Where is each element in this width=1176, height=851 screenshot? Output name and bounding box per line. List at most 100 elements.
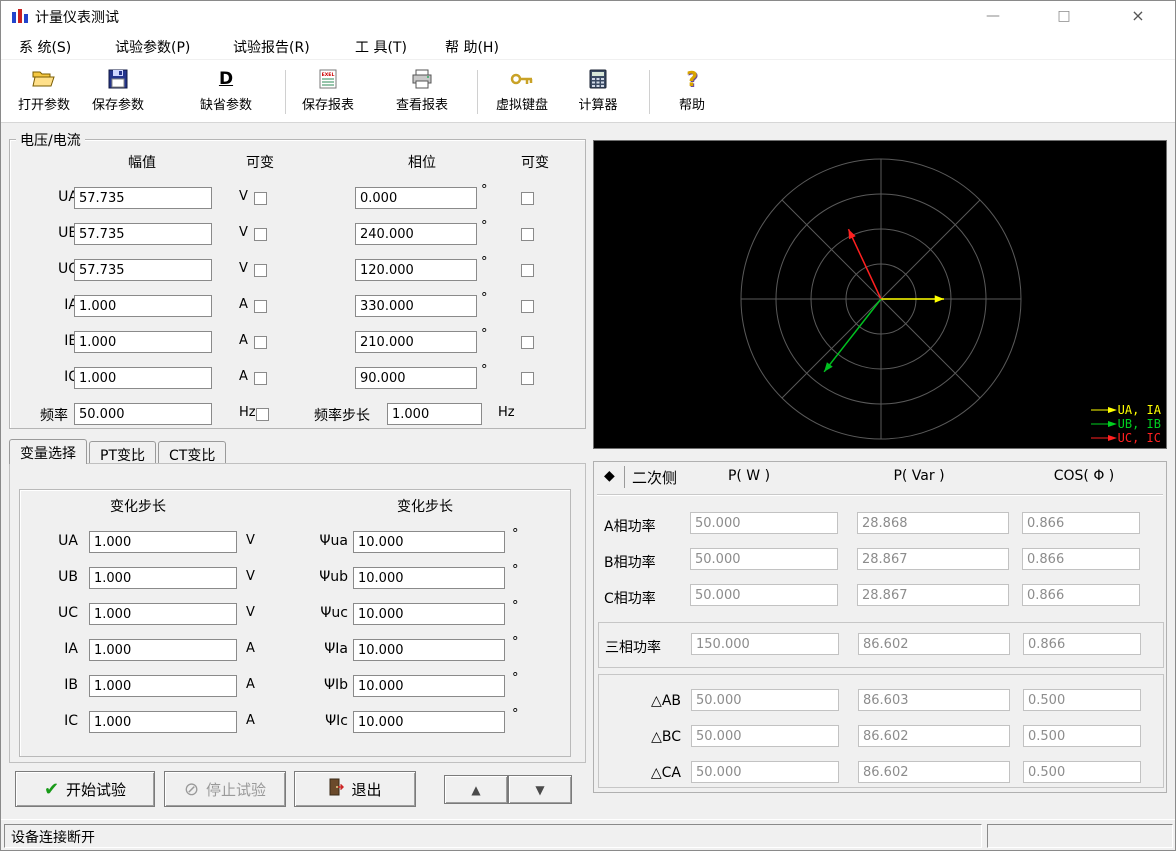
scroll-up-button[interactable]: ▲ bbox=[444, 775, 508, 804]
ua-phase-var-checkbox[interactable] bbox=[521, 192, 534, 205]
frequency-input[interactable] bbox=[74, 403, 212, 425]
close-button[interactable]: × bbox=[1113, 1, 1163, 31]
ia-step-input[interactable] bbox=[89, 639, 237, 661]
frequency-step-input[interactable] bbox=[387, 403, 482, 425]
tab-variable-select[interactable]: 变量选择 bbox=[9, 439, 87, 464]
cos-phi-column-header: COS( Φ ) bbox=[1032, 468, 1136, 484]
ic-phase-var-checkbox[interactable] bbox=[521, 372, 534, 385]
ia-phase-input[interactable] bbox=[355, 295, 477, 317]
result-row-delta-ca: △CA bbox=[599, 761, 1163, 785]
ia-amplitude-input[interactable] bbox=[74, 295, 212, 317]
b-phase-active-power-field bbox=[690, 548, 838, 570]
printer-icon bbox=[411, 66, 433, 92]
degree-label: ° bbox=[512, 635, 519, 650]
menu-test-params[interactable]: 试验参数(P) bbox=[111, 35, 194, 59]
unit-label: A bbox=[246, 641, 255, 656]
ib-phase-var-checkbox[interactable] bbox=[521, 336, 534, 349]
toolbar-label: 打开参数 bbox=[18, 94, 70, 113]
amplitude-column-header: 幅值 bbox=[112, 152, 172, 172]
ub-phase-input[interactable] bbox=[355, 223, 477, 245]
delta-ca-active-power-field bbox=[691, 761, 839, 783]
c-phase-reactive-power-field bbox=[857, 584, 1009, 606]
ic-phase-step-input[interactable] bbox=[353, 711, 505, 733]
exit-button[interactable]: 退出 bbox=[294, 771, 416, 807]
tab-ct-ratio[interactable]: CT变比 bbox=[158, 441, 226, 464]
ub-amplitude-var-checkbox[interactable] bbox=[254, 228, 267, 241]
uc-amplitude-input[interactable] bbox=[74, 259, 212, 281]
ia-phase-var-checkbox[interactable] bbox=[521, 300, 534, 313]
toolbar-calculator-button[interactable]: 计算器 bbox=[563, 66, 633, 120]
result-row-b-phase: B相功率 bbox=[594, 548, 1166, 572]
toolbar-save-params-button[interactable]: 保存参数 bbox=[83, 66, 153, 120]
uc-phase-var-checkbox[interactable] bbox=[521, 264, 534, 277]
row-label: IA bbox=[50, 641, 78, 657]
ic-step-input[interactable] bbox=[89, 711, 237, 733]
variable-column-header: 可变 bbox=[240, 152, 280, 172]
toolbar-view-report-button[interactable]: 查看报表 bbox=[387, 66, 457, 120]
menu-tools[interactable]: 工 具(T) bbox=[351, 35, 411, 59]
ib-amplitude-input[interactable] bbox=[74, 331, 212, 353]
step-row-ia: IA A ΨIa ° bbox=[20, 639, 572, 663]
ub-phase-var-checkbox[interactable] bbox=[521, 228, 534, 241]
unit-label: Hz bbox=[498, 405, 515, 420]
frequency-var-checkbox[interactable] bbox=[256, 408, 269, 421]
ub-phase-step-input[interactable] bbox=[353, 567, 505, 589]
maximize-button[interactable]: □ bbox=[1039, 1, 1089, 31]
tab-pt-ratio[interactable]: PT变比 bbox=[89, 441, 156, 464]
toolbar-help-button[interactable]: ? 帮助 bbox=[657, 66, 727, 120]
phasor-legend-item: UB, IB bbox=[1091, 417, 1161, 431]
ic-amplitude-var-checkbox[interactable] bbox=[254, 372, 267, 385]
step-row-ub: UB V Ψub ° bbox=[20, 567, 572, 591]
window-title: 计量仪表测试 bbox=[35, 7, 119, 27]
ub-step-input[interactable] bbox=[89, 567, 237, 589]
check-icon: ✔ bbox=[44, 779, 59, 800]
uc-amplitude-var-checkbox[interactable] bbox=[254, 264, 267, 277]
ub-amplitude-input[interactable] bbox=[74, 223, 212, 245]
toolbar-label: 虚拟键盘 bbox=[496, 94, 548, 113]
unit-label: V bbox=[246, 605, 255, 620]
ua-step-input[interactable] bbox=[89, 531, 237, 553]
ib-phase-step-input[interactable] bbox=[353, 675, 505, 697]
ic-phase-input[interactable] bbox=[355, 367, 477, 389]
minimize-button[interactable]: — bbox=[968, 1, 1018, 31]
row-label: UC bbox=[50, 605, 78, 621]
result-row-delta-ab: △AB bbox=[599, 689, 1163, 713]
ib-phase-input[interactable] bbox=[355, 331, 477, 353]
unit-label: V bbox=[239, 225, 248, 240]
delta-ab-cos-field bbox=[1023, 689, 1141, 711]
toolbar-save-report-button[interactable]: EXEL 保存报表 bbox=[293, 66, 363, 120]
step-row-uc: UC V Ψuc ° bbox=[20, 603, 572, 627]
ua-phase-step-input[interactable] bbox=[353, 531, 505, 553]
row-label: 三相功率 bbox=[605, 637, 661, 657]
toolbar-virtual-keyboard-button[interactable]: 虚拟键盘 bbox=[487, 66, 557, 120]
current-row-ic: IC A ° bbox=[10, 367, 587, 391]
degree-label: ° bbox=[481, 255, 488, 270]
ia-phase-step-input[interactable] bbox=[353, 639, 505, 661]
scroll-down-button[interactable]: ▼ bbox=[508, 775, 572, 804]
toolbar-separator bbox=[477, 70, 478, 114]
ia-amplitude-var-checkbox[interactable] bbox=[254, 300, 267, 313]
menu-system[interactable]: 系 统(S) bbox=[15, 35, 75, 59]
ua-amplitude-input[interactable] bbox=[74, 187, 212, 209]
uc-phase-step-input[interactable] bbox=[353, 603, 505, 625]
ic-amplitude-input[interactable] bbox=[74, 367, 212, 389]
ib-amplitude-var-checkbox[interactable] bbox=[254, 336, 267, 349]
menu-test-report[interactable]: 试验报告(R) bbox=[229, 35, 314, 59]
toolbar-default-params-button[interactable]: D 缺省参数 bbox=[191, 66, 261, 120]
client-area: 电压/电流 幅值 可变 相位 可变 UA V ° UB V ° bbox=[1, 123, 1176, 819]
degree-label: ° bbox=[512, 599, 519, 614]
uc-step-input[interactable] bbox=[89, 603, 237, 625]
voltage-current-group: 电压/电流 幅值 可变 相位 可变 UA V ° UB V ° bbox=[9, 139, 586, 429]
three-phase-active-power-field bbox=[691, 633, 839, 655]
calculator-icon bbox=[589, 66, 607, 92]
uc-phase-input[interactable] bbox=[355, 259, 477, 281]
b-phase-cos-field bbox=[1022, 548, 1140, 570]
menu-help[interactable]: 帮 助(H) bbox=[441, 35, 503, 59]
phase-column-header: 相位 bbox=[392, 152, 452, 172]
ua-amplitude-var-checkbox[interactable] bbox=[254, 192, 267, 205]
start-test-button[interactable]: ✔ 开始试验 bbox=[15, 771, 155, 807]
toolbar-open-params-button[interactable]: 打开参数 bbox=[9, 66, 79, 120]
ua-phase-input[interactable] bbox=[355, 187, 477, 209]
ib-step-input[interactable] bbox=[89, 675, 237, 697]
delta-ca-cos-field bbox=[1023, 761, 1141, 783]
